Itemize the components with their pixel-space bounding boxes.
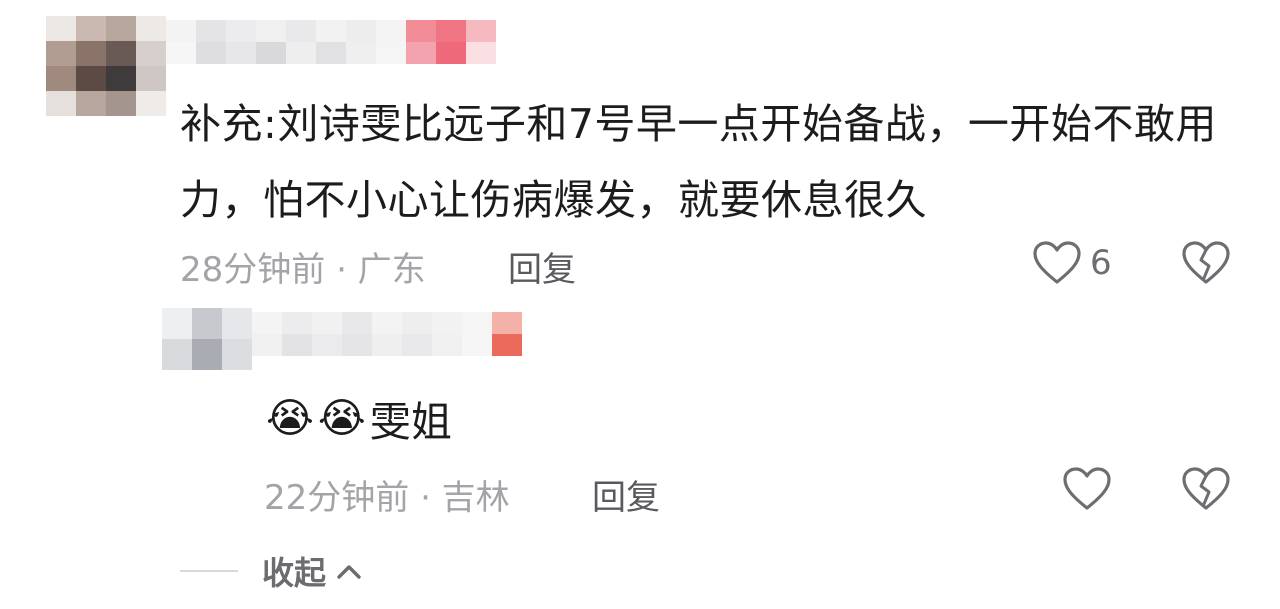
reply-reply-button[interactable]: 回复 (592, 470, 660, 519)
collapse-divider (180, 570, 238, 572)
broken-heart-icon (1182, 467, 1230, 510)
comment-time-location: 28分钟前 · 广东 (180, 250, 426, 290)
comment-text: 补充:刘诗雯比远子和7号早一点开始备战，一开始不敢用力，怕不小心让伤病爆发，就要… (180, 100, 1217, 224)
reply-avatar[interactable] (162, 308, 252, 370)
reply-text: 雯姐 (369, 398, 452, 446)
comment-reply-button[interactable]: 回复 (508, 242, 576, 291)
reply-username[interactable] (252, 312, 522, 356)
username[interactable] (166, 20, 496, 64)
reply-time-location: 22分钟前 · 吉林 (264, 478, 510, 518)
heart-outline-icon (1033, 241, 1081, 284)
chevron-up-icon (337, 565, 361, 579)
reply-content: 😭 😭 雯姐 (266, 388, 452, 448)
comment-dislike-button[interactable] (1182, 240, 1230, 290)
reply-dislike-button[interactable] (1182, 466, 1230, 516)
collapse-replies-button[interactable]: 收起 (262, 548, 362, 594)
reply-like-button[interactable] (1062, 466, 1112, 516)
crying-face-emoji: 😭 (266, 394, 314, 442)
avatar[interactable] (46, 16, 166, 116)
crying-face-emoji: 😭 (317, 394, 366, 442)
comment-like-button[interactable]: 6 (1032, 240, 1112, 286)
heart-outline-icon (1063, 467, 1111, 510)
comment-like-count: 6 (1090, 243, 1112, 283)
broken-heart-icon (1182, 241, 1230, 284)
collapse-label: 收起 (262, 554, 327, 592)
